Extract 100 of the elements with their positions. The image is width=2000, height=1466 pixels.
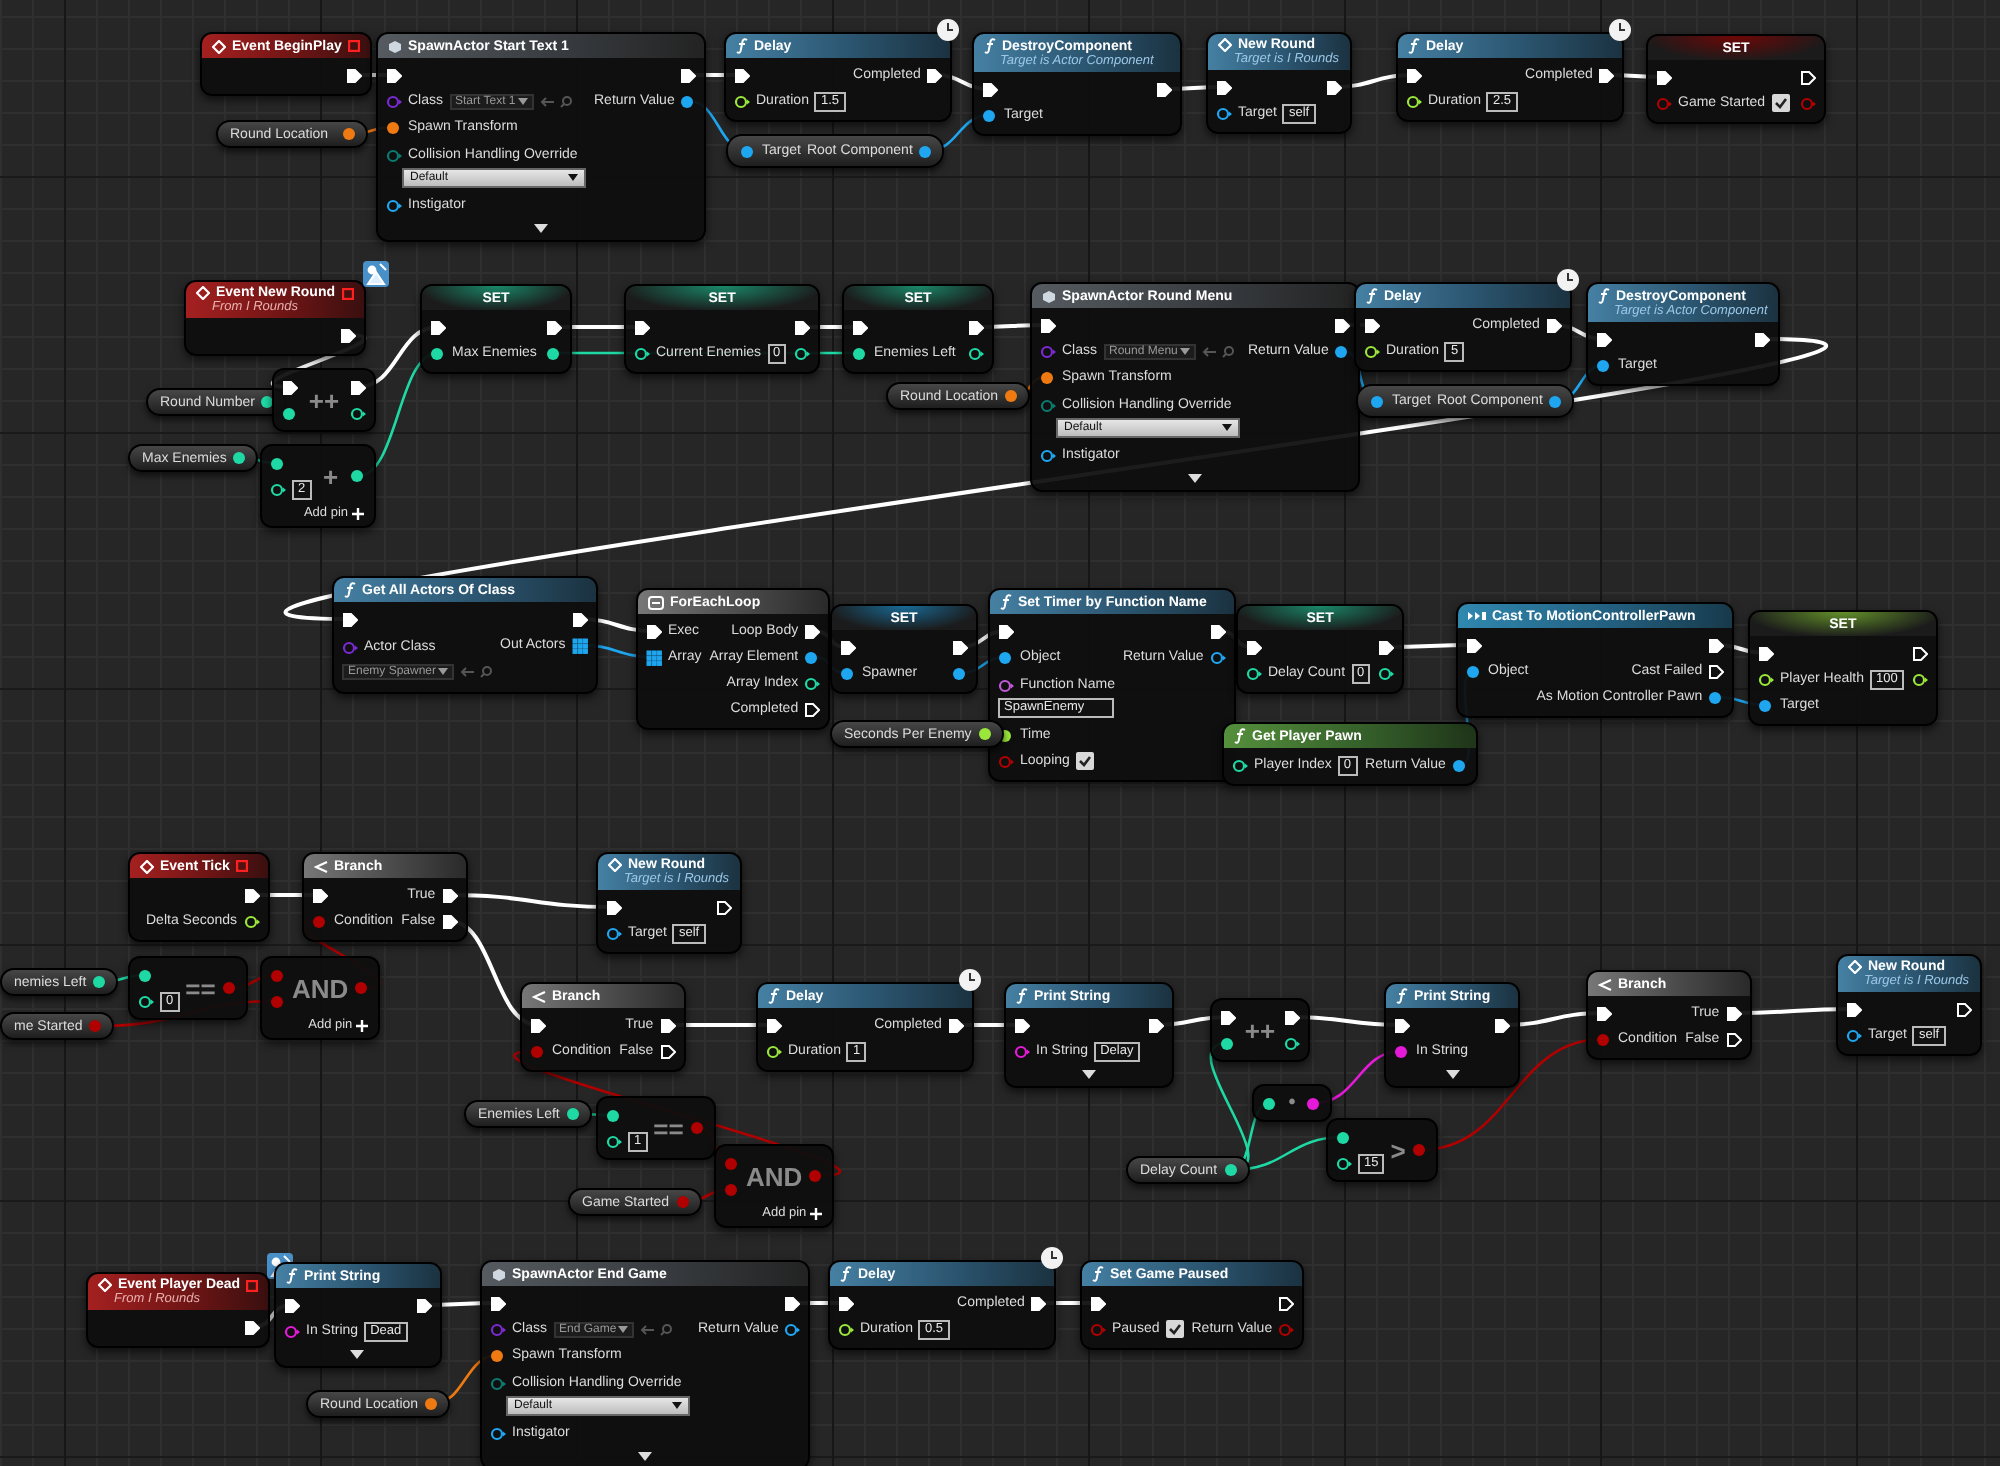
exec-pin[interactable] [998, 623, 1014, 639]
exec-pin[interactable] [244, 1319, 261, 1335]
exec-pin[interactable] [1014, 1017, 1030, 1033]
search-icon[interactable] [559, 95, 572, 107]
exec-pin[interactable] [441, 887, 458, 903]
data-pin[interactable] [342, 126, 358, 142]
exec-pin[interactable] [490, 1295, 506, 1311]
exec-pin[interactable] [968, 319, 984, 335]
exec-pin[interactable] [1216, 79, 1232, 95]
data-pin[interactable] [1223, 1162, 1240, 1178]
exec-pin[interactable] [386, 67, 402, 83]
exec-pin[interactable] [243, 887, 260, 903]
exec-pin[interactable] [715, 899, 732, 915]
data-pin[interactable] [424, 1396, 441, 1412]
exec-pin[interactable] [1708, 663, 1725, 679]
exec-pin[interactable] [1955, 1001, 1972, 1017]
exec-pin[interactable] [794, 319, 811, 335]
data-pin[interactable] [1209, 649, 1226, 665]
exec-pin[interactable] [1725, 1031, 1742, 1047]
exec-pin[interactable] [606, 899, 622, 915]
array-pin[interactable] [646, 649, 662, 665]
exec-pin[interactable] [804, 623, 821, 639]
exec-pin[interactable] [1364, 317, 1380, 333]
exec-pin[interactable] [1846, 1001, 1862, 1017]
exec-pin[interactable] [680, 67, 697, 83]
exec-pin[interactable] [1040, 317, 1056, 333]
data-pin[interactable] [918, 143, 935, 159]
data-pin[interactable] [1378, 665, 1395, 681]
data-pin[interactable] [490, 1425, 506, 1441]
exec-pin[interactable] [1545, 317, 1562, 333]
exec-pin[interactable] [634, 319, 650, 335]
exec-pin[interactable] [345, 67, 362, 83]
data-pin[interactable] [1846, 1027, 1862, 1043]
checkbox[interactable] [1075, 752, 1094, 770]
data-pin[interactable] [92, 974, 109, 990]
data-pin[interactable] [1232, 757, 1248, 773]
data-pin[interactable] [1336, 1129, 1352, 1145]
exec-pin[interactable] [1334, 317, 1351, 333]
data-pin[interactable] [680, 93, 697, 109]
expand-caret-icon[interactable] [534, 224, 549, 234]
expand-caret-icon[interactable] [1081, 1070, 1096, 1080]
data-pin[interactable] [977, 726, 994, 742]
data-pin[interactable] [998, 649, 1014, 665]
data-pin[interactable] [606, 925, 622, 941]
search-icon[interactable] [660, 1323, 673, 1335]
exec-pin[interactable] [659, 1017, 676, 1033]
use-selected-icon[interactable] [539, 95, 554, 107]
data-pin[interactable] [1708, 689, 1725, 705]
data-pin[interactable] [1336, 1155, 1352, 1171]
data-pin[interactable] [232, 450, 249, 466]
data-pin[interactable] [386, 197, 402, 213]
exec-pin[interactable] [982, 81, 998, 97]
data-pin[interactable] [840, 665, 856, 681]
data-pin[interactable] [1246, 665, 1262, 681]
data-pin[interactable] [784, 1321, 801, 1337]
exec-pin[interactable] [1466, 637, 1482, 653]
exec-pin[interactable] [852, 319, 868, 335]
data-pin[interactable] [804, 675, 821, 691]
expand-caret-icon[interactable] [350, 1350, 365, 1360]
data-pin[interactable] [1284, 1035, 1300, 1051]
exec-pin[interactable] [659, 1043, 676, 1059]
exec-pin[interactable] [784, 1295, 801, 1311]
search-icon[interactable] [480, 665, 493, 677]
expand-caret-icon[interactable] [638, 1452, 653, 1462]
exec-pin[interactable] [312, 887, 328, 903]
data-pin[interactable] [606, 1133, 622, 1149]
exec-pin[interactable] [1246, 639, 1262, 655]
data-pin[interactable] [1451, 757, 1468, 773]
exec-pin[interactable] [1708, 637, 1725, 653]
exec-pin[interactable] [1378, 639, 1395, 655]
data-pin[interactable] [490, 1347, 506, 1363]
data-pin[interactable] [138, 993, 154, 1009]
exec-pin[interactable] [1494, 1017, 1510, 1033]
exec-pin[interactable] [1147, 1017, 1164, 1033]
exec-pin[interactable] [1209, 623, 1226, 639]
exec-pin[interactable] [1725, 1005, 1742, 1021]
exec-pin[interactable] [1278, 1295, 1295, 1311]
exec-pin[interactable] [1758, 645, 1774, 661]
exec-pin[interactable] [1220, 1009, 1236, 1025]
data-pin[interactable] [1262, 1095, 1278, 1111]
data-pin[interactable] [1220, 1035, 1236, 1051]
exec-pin[interactable] [926, 67, 943, 83]
exec-pin[interactable] [838, 1295, 854, 1311]
use-selected-icon[interactable] [640, 1323, 655, 1335]
exec-pin[interactable] [766, 1017, 782, 1033]
exec-pin[interactable] [1394, 1017, 1410, 1033]
exec-pin[interactable] [1325, 79, 1342, 95]
exec-pin[interactable] [1406, 67, 1422, 83]
exec-pin[interactable] [1284, 1009, 1300, 1025]
operator-node[interactable]: • [1252, 1084, 1332, 1122]
exec-pin[interactable] [1911, 645, 1928, 661]
exec-pin[interactable] [947, 1017, 964, 1033]
checkbox[interactable] [1771, 94, 1790, 112]
exec-pin[interactable] [530, 1017, 546, 1033]
data-pin[interactable] [260, 394, 277, 410]
data-pin[interactable] [952, 665, 968, 681]
use-selected-icon[interactable] [460, 665, 475, 677]
data-pin[interactable] [565, 1106, 582, 1122]
data-pin[interactable] [270, 481, 286, 497]
exec-pin[interactable] [415, 1297, 432, 1313]
